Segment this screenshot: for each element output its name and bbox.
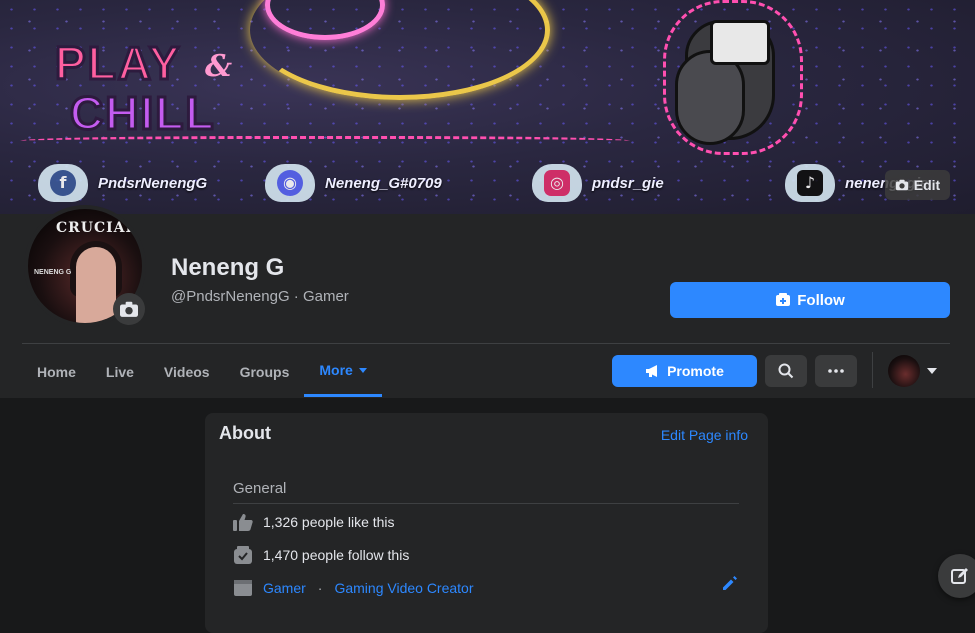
cover-photo: PLAY & CHILL f PndsrNenengG ◉ Neneng_G#0…: [0, 0, 975, 214]
social-handle: Neneng_G#0709: [325, 174, 442, 192]
tab-more-label: More: [319, 362, 353, 378]
tab-home[interactable]: Home: [22, 346, 91, 397]
tab-more[interactable]: More: [304, 346, 382, 397]
social-discord: ◉ Neneng_G#0709: [265, 163, 442, 203]
category-link-gaming-video-creator[interactable]: Gaming Video Creator: [334, 581, 473, 595]
edit-page-info-link[interactable]: Edit Page info: [661, 427, 748, 443]
page-subtitle: @PndsrNenengG · Gamer: [171, 288, 349, 305]
follows-row: 1,470 people follow this: [233, 545, 409, 565]
instagram-icon: ◎: [544, 170, 570, 196]
page-nav: Home Live Videos Groups More: [22, 346, 382, 397]
general-section-title: General: [233, 480, 287, 497]
about-card: About Edit Page info General 1,326 peopl…: [205, 413, 768, 633]
likes-row: 1,326 people like this: [233, 512, 395, 532]
category-icon: [233, 578, 253, 598]
header-divider: [22, 343, 950, 344]
likes-count: 1,326 people like this: [263, 514, 395, 530]
follow-box-icon: [233, 545, 253, 565]
about-title: About: [219, 423, 271, 443]
camera-icon: [895, 179, 908, 191]
cover-character: [655, 0, 805, 160]
caret-down-icon: [358, 367, 367, 373]
more-options-button[interactable]: [815, 355, 857, 387]
edit-cover-button[interactable]: Edit: [885, 170, 950, 200]
promote-button[interactable]: Promote: [612, 355, 757, 387]
section-divider: [233, 503, 739, 504]
tab-groups[interactable]: Groups: [225, 346, 305, 397]
cloud-badge: ◉: [265, 164, 315, 202]
social-facebook: f PndsrNenengG: [38, 163, 207, 203]
facebook-icon: f: [50, 170, 76, 196]
nav-separator: [872, 352, 873, 388]
discord-icon: ◉: [277, 170, 303, 196]
new-message-button[interactable]: [938, 554, 975, 598]
update-avatar-button[interactable]: [113, 293, 145, 325]
megaphone-icon: [646, 365, 658, 377]
camera-icon: [120, 301, 138, 317]
tiktok-icon: ♪: [797, 170, 823, 196]
account-caret-icon[interactable]: [927, 368, 937, 374]
category-row: Gamer · Gaming Video Creator: [233, 578, 474, 598]
thumbs-up-icon: [233, 512, 253, 532]
cover-art-chill: CHILL: [68, 87, 216, 139]
avatar-face: [76, 247, 116, 323]
cloud-badge: f: [38, 164, 88, 202]
social-handle: PndsrNenengG: [98, 174, 208, 192]
character-collar: [710, 20, 770, 65]
search-button[interactable]: [765, 355, 807, 387]
cover-art-amp: &: [205, 49, 233, 84]
follows-count: 1,470 people follow this: [263, 547, 410, 563]
follow-icon: [776, 293, 791, 306]
social-handle: pndsr_gie: [592, 174, 664, 192]
follow-button[interactable]: Follow: [670, 282, 950, 318]
tab-videos[interactable]: Videos: [149, 346, 225, 397]
promote-label: Promote: [667, 363, 724, 379]
cloud-badge: ◎: [532, 164, 582, 202]
cover-art-play: PLAY: [53, 37, 182, 89]
search-icon: [778, 363, 794, 379]
pencil-icon[interactable]: [720, 573, 740, 593]
account-avatar[interactable]: [888, 355, 920, 387]
avatar-text: CRUCIAL: [56, 220, 137, 236]
edit-cover-label: Edit: [913, 177, 941, 193]
category-separator: ·: [317, 580, 323, 596]
category-link-gamer[interactable]: Gamer: [263, 581, 306, 595]
cloud-badge: ♪: [785, 164, 835, 202]
compose-icon: [951, 568, 968, 584]
social-instagram: ◎ pndsr_gie: [532, 163, 664, 203]
page-title: Neneng G: [171, 254, 285, 281]
ellipsis-icon: [828, 369, 844, 373]
cover-dashed-line: [20, 136, 630, 148]
avatar-subtext: NENENG G: [34, 269, 72, 276]
tab-live[interactable]: Live: [91, 346, 149, 397]
follow-label: Follow: [797, 291, 845, 309]
